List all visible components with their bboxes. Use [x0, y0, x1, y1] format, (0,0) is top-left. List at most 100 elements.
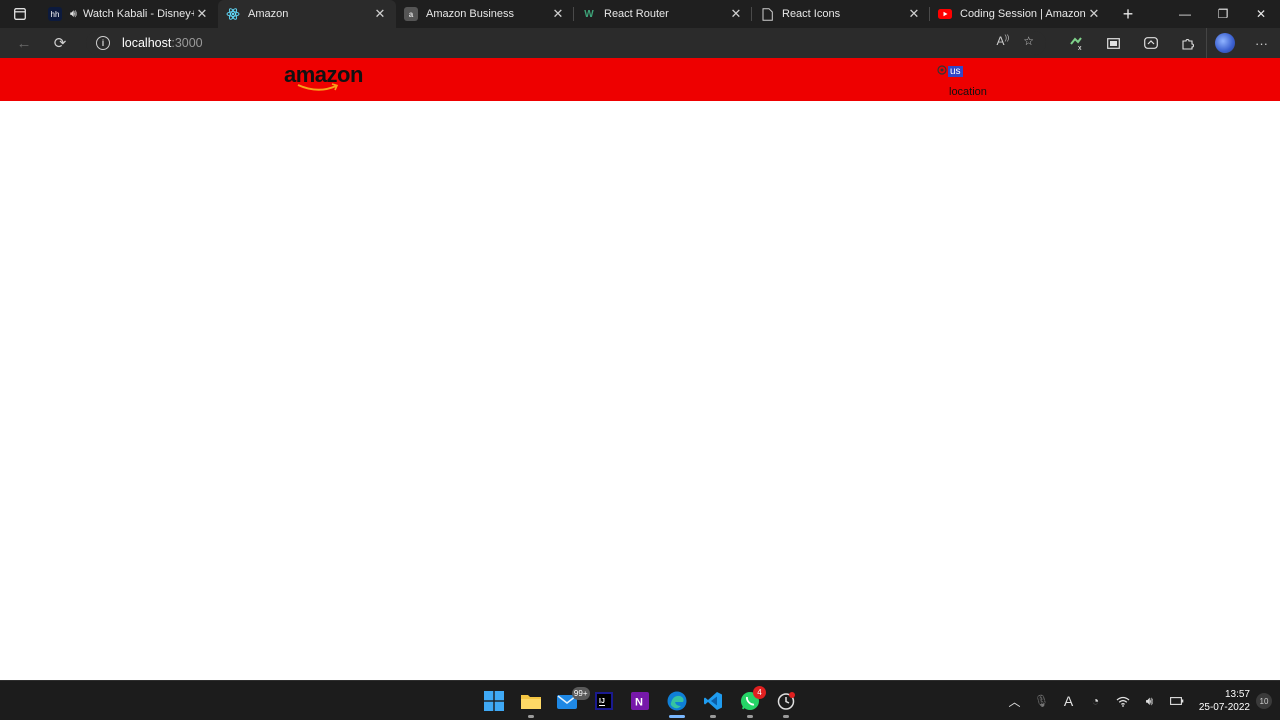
svg-text:IJ: IJ: [599, 698, 605, 705]
amazon-logo[interactable]: amazon: [284, 62, 370, 94]
location-bottom-text: location: [949, 86, 987, 98]
tab-youtube[interactable]: Coding Session | Amazon Clone ✕: [930, 0, 1110, 28]
page-viewport: amazon us location: [0, 58, 1280, 680]
taskbar-clock[interactable]: 13:57 25-07-2022: [1190, 688, 1250, 714]
read-aloud-icon[interactable]: A)): [997, 34, 1010, 48]
onenote-button[interactable]: N: [622, 681, 659, 721]
start-button[interactable]: [476, 681, 513, 721]
close-tab-icon[interactable]: ✕: [906, 6, 922, 22]
running-indicator: [710, 715, 717, 718]
running-indicator: [746, 715, 753, 718]
refresh-button[interactable]: ⟳: [42, 28, 78, 58]
battery-plug-icon[interactable]: [1163, 681, 1190, 721]
tab-actions-button[interactable]: [0, 0, 40, 28]
microphone-icon[interactable]: 🎙︎: [1028, 681, 1055, 721]
url-port: :3000: [171, 36, 203, 50]
react-icon: [226, 7, 240, 21]
whatsapp-badge: 4: [753, 686, 766, 699]
react-router-icon: W: [584, 8, 594, 20]
alarm-clock-icon: [778, 692, 796, 710]
back-arrow-icon: ←: [16, 34, 32, 52]
close-window-button[interactable]: ✕: [1242, 0, 1280, 28]
notification-count[interactable]: 10: [1256, 693, 1272, 709]
tab-title: Amazon Business: [426, 8, 515, 20]
tab-actions-icon: [14, 8, 26, 20]
tab-amazon-business[interactable]: a Amazon Business ✕: [396, 0, 574, 28]
site-info-icon[interactable]: i: [96, 36, 110, 50]
back-button[interactable]: ←: [6, 28, 42, 58]
file-explorer-button[interactable]: [513, 681, 550, 721]
url-host: localhost: [122, 36, 172, 50]
logo-smile-icon: [297, 83, 339, 91]
tab-react-router[interactable]: W React Router ✕: [574, 0, 752, 28]
vscode-icon: [704, 692, 723, 710]
taskbar-apps: 99+ IJ N 4: [476, 681, 805, 721]
clock-app-button[interactable]: [768, 681, 805, 721]
clock-time: 13:57: [1224, 689, 1250, 700]
split-screen-icon[interactable]: [1095, 28, 1132, 58]
tab-amazon[interactable]: Amazon ✕: [218, 0, 396, 28]
tab-title: Watch Kabali - Disney+ Hotstar: [82, 8, 194, 20]
show-hidden-icons-button[interactable]: ︿: [1001, 681, 1028, 721]
browser-tab-strip: hh 🔊︎ Watch Kabali - Disney+ Hotstar ✕ A…: [0, 0, 1280, 28]
close-tab-icon[interactable]: ✕: [550, 6, 566, 22]
sync-status-icon[interactable]: ◔: [1082, 681, 1109, 721]
profile-avatar: [1215, 33, 1235, 53]
close-tab-icon[interactable]: ✕: [194, 6, 210, 22]
minimize-button[interactable]: —: [1166, 0, 1204, 28]
intellij-icon: IJ: [594, 692, 613, 710]
svg-text:N: N: [635, 697, 643, 709]
wifi-icon[interactable]: [1109, 681, 1136, 721]
add-favorite-icon[interactable]: ☆: [1023, 34, 1034, 48]
close-tab-icon[interactable]: ✕: [728, 6, 744, 22]
running-indicator: [668, 715, 685, 718]
tab-title: React Router: [604, 8, 669, 20]
extension-icon[interactable]: x: [1058, 28, 1095, 58]
windows-taskbar: 99+ IJ N 4 ︿ 🎙︎ A ◔ 🔊︎ 13:57 25-07-2022 …: [0, 680, 1280, 720]
extensions-puzzle-icon[interactable]: [1169, 28, 1206, 58]
deliver-location[interactable]: us location: [936, 62, 1016, 100]
tab-hotstar[interactable]: hh 🔊︎ Watch Kabali - Disney+ Hotstar ✕: [40, 0, 218, 28]
youtube-icon: [938, 7, 952, 21]
refresh-icon: ⟳: [53, 35, 67, 52]
location-top-text: us: [948, 66, 963, 77]
address-bar-actions: A)) ☆: [997, 34, 1034, 48]
clock-date: 25-07-2022: [1198, 702, 1250, 713]
close-tab-icon[interactable]: ✕: [372, 6, 388, 22]
tab-title: Amazon: [248, 8, 289, 20]
whatsapp-button[interactable]: 4: [732, 681, 769, 721]
tab-react-icons[interactable]: React Icons ✕: [752, 0, 930, 28]
chevron-up-icon: ︿: [1008, 694, 1021, 709]
window-controls: — ❐ ✕: [1166, 0, 1280, 28]
close-icon: ✕: [1255, 7, 1267, 21]
restore-icon: ❐: [1217, 7, 1229, 21]
more-dots-icon: ···: [1255, 35, 1268, 51]
mail-button[interactable]: 99+: [549, 681, 590, 721]
location-pin-icon: [937, 65, 947, 75]
web-capture-icon[interactable]: [1132, 28, 1169, 58]
amazon-a-icon: a: [404, 7, 418, 21]
intellij-button[interactable]: IJ: [586, 681, 623, 721]
browser-toolbar: ← ⟳ i localhost :3000 A)) ☆ x ···: [0, 28, 1280, 58]
site-header: amazon us location: [0, 58, 1280, 101]
close-tab-icon[interactable]: ✕: [1086, 6, 1102, 22]
system-tray: ︿ 🎙︎ A ◔ 🔊︎ 13:57 25-07-2022 10: [1001, 681, 1280, 721]
speaker-icon[interactable]: 🔊︎: [70, 8, 77, 21]
svg-text:x: x: [1078, 45, 1082, 50]
vscode-button[interactable]: [695, 681, 732, 721]
minimize-icon: —: [1179, 7, 1191, 21]
running-indicator: [783, 715, 790, 718]
hotstar-icon: hh: [48, 7, 62, 21]
restore-button[interactable]: ❐: [1204, 0, 1242, 28]
profile-button[interactable]: [1206, 28, 1243, 58]
address-bar[interactable]: i localhost :3000 A)) ☆: [86, 31, 1046, 55]
edge-button[interactable]: [659, 681, 696, 721]
volume-icon[interactable]: 🔊︎: [1136, 681, 1163, 721]
page-icon: [760, 7, 774, 21]
edge-icon: [667, 691, 687, 711]
new-tab-button[interactable]: +: [1110, 0, 1146, 28]
input-language-icon[interactable]: A: [1055, 681, 1082, 721]
windows-icon: [484, 691, 505, 711]
settings-menu-button[interactable]: ···: [1243, 28, 1280, 58]
folder-icon: [520, 695, 541, 709]
